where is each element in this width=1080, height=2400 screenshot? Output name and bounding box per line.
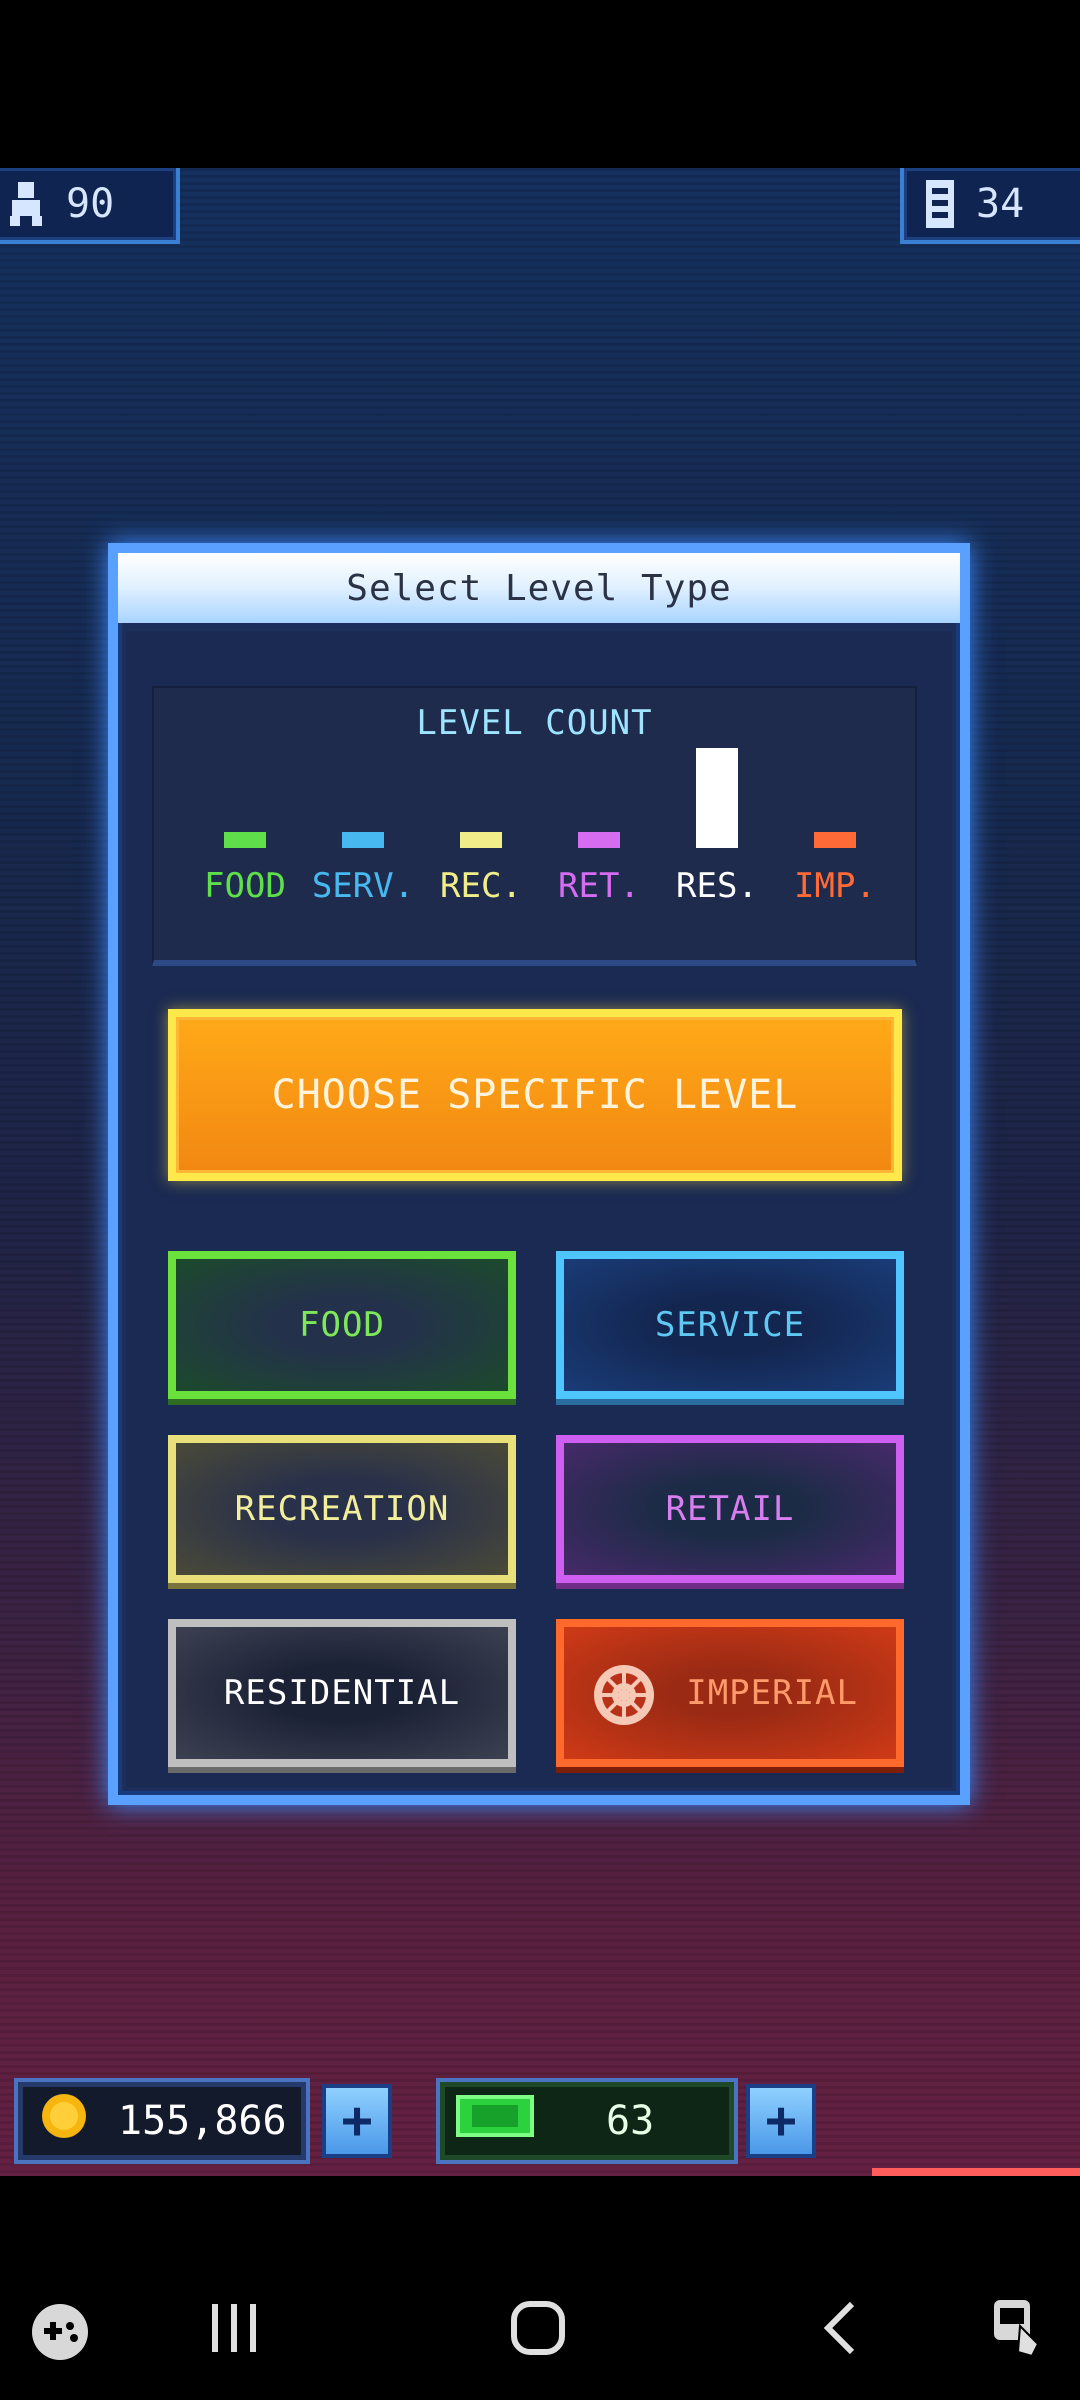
level-count-label-ret: RET. [558, 866, 640, 906]
level-count-bar-ret [578, 832, 620, 848]
back-icon[interactable] [820, 2300, 860, 2360]
choose-specific-level-button[interactable]: CHOOSE SPECIFIC LEVEL [168, 1009, 902, 1181]
level-count-bar-rec [460, 832, 502, 848]
level-count-bar-imp [814, 832, 856, 848]
level-count-bar-serv [342, 832, 384, 848]
floor-value: 34 [976, 181, 1025, 227]
add-bux-button[interactable]: + [746, 2084, 816, 2158]
imperial-emblem-icon [592, 1663, 656, 1736]
population-counter: 90 [0, 168, 180, 244]
bux-icon [456, 2095, 534, 2147]
floor-counter: 34 [900, 168, 1080, 244]
imperial-button[interactable]: IMPERIAL [556, 1619, 904, 1767]
coin-balance: 155,866 [14, 2078, 310, 2164]
screen-assist-icon[interactable] [990, 2296, 1050, 2364]
home-icon[interactable] [508, 2298, 568, 2362]
person-icon [8, 182, 44, 226]
level-count-title: LEVEL COUNT [416, 703, 653, 743]
game-screen: 90 34 Select Level Type LEVEL COUNT FOOD… [0, 168, 1080, 2176]
select-level-type-dialog: Select Level Type LEVEL COUNT FOOD SERV. R… [108, 543, 970, 1805]
dialog-title: Select Level Type [118, 553, 960, 623]
recent-apps-icon[interactable] [206, 2300, 262, 2360]
residential-button[interactable]: RESIDENTIAL [168, 1619, 516, 1767]
coin-value: 155,866 [118, 2098, 287, 2144]
building-icon [926, 180, 954, 228]
level-count-panel: LEVEL COUNT FOOD SERV. REC. RET. RES. IMP. [152, 686, 917, 966]
food-button[interactable]: FOOD [168, 1251, 516, 1399]
retail-button[interactable]: RETAIL [556, 1435, 904, 1583]
imperial-label: IMPERIAL [686, 1673, 858, 1713]
service-button[interactable]: SERVICE [556, 1251, 904, 1399]
system-nav-bar [0, 2176, 1080, 2400]
dialog-body: LEVEL COUNT FOOD SERV. REC. RET. RES. IMP. CH… [126, 631, 952, 1787]
level-count-bar-res [696, 748, 738, 848]
level-count-label-serv: SERV. [311, 866, 415, 906]
bux-balance: 63 [436, 2078, 738, 2164]
level-count-label-imp: IMP. [794, 866, 876, 906]
game-launcher-icon[interactable] [30, 2302, 90, 2366]
add-coins-button[interactable]: + [322, 2084, 392, 2158]
recreation-button[interactable]: RECREATION [168, 1435, 516, 1583]
level-count-label-res: RES. [676, 866, 758, 906]
coin-icon [40, 2092, 88, 2150]
level-count-label-rec: REC. [440, 866, 522, 906]
bux-value: 63 [606, 2098, 655, 2144]
level-count-bar-food [224, 832, 266, 848]
close-button[interactable] [872, 2168, 1080, 2176]
population-value: 90 [66, 181, 115, 227]
level-count-label-food: FOOD [204, 866, 286, 906]
